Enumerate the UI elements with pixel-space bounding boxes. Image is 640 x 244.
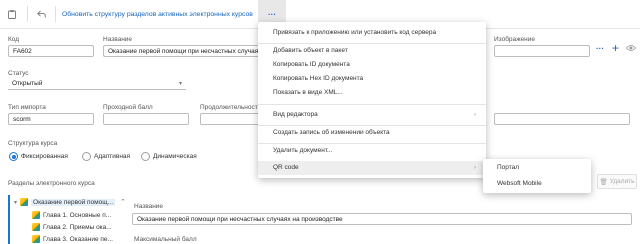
max-score-label: Максимальный балл bbox=[134, 236, 197, 243]
radio-label: Фиксированная bbox=[21, 153, 68, 160]
course-icon bbox=[20, 198, 29, 206]
section-name-label: Название bbox=[134, 203, 164, 210]
status-label: Статус bbox=[8, 70, 29, 77]
tree-root-label: Оказание первой помощ... bbox=[31, 198, 116, 206]
tree-child-item[interactable]: Глава 1. Основные п... bbox=[32, 211, 111, 219]
tree-child-item[interactable]: Глава 3. Оказание пе... bbox=[32, 235, 113, 243]
image-label: Изображение bbox=[494, 36, 535, 43]
menu-item-qr-code[interactable]: QR code › bbox=[258, 161, 486, 175]
submenu-item-websoft-mobile[interactable]: Websoft Mobile bbox=[483, 176, 591, 192]
menu-item-bind-app[interactable]: Привязать к приложению или установить ко… bbox=[258, 26, 486, 40]
name-label: Название bbox=[103, 36, 133, 43]
chapter-icon bbox=[32, 235, 40, 243]
chevron-down-icon: ▾ bbox=[178, 81, 182, 87]
delete-label: Удалить bbox=[609, 178, 635, 185]
menu-item-delete-document[interactable]: Удалить документ... bbox=[258, 144, 486, 158]
add-icon[interactable]: + bbox=[612, 42, 619, 54]
menu-item-create-change-record[interactable]: Создать запись об изменении объекта bbox=[258, 126, 486, 140]
menu-item-label: Вид редактора bbox=[273, 111, 318, 118]
image-more-icon[interactable]: ··· bbox=[596, 44, 604, 53]
clipboard-icon[interactable] bbox=[4, 0, 20, 28]
chevron-up-icon[interactable]: ⌃ bbox=[120, 198, 126, 206]
back-icon[interactable] bbox=[33, 0, 49, 28]
section-name-field[interactable]: Оказание первой помощи при несчастных сл… bbox=[132, 213, 632, 225]
update-structure-button[interactable]: Обновить структуру разделов активных эле… bbox=[62, 0, 253, 28]
structure-adaptive-radio[interactable]: Адаптивная bbox=[82, 152, 130, 161]
status-value: Открытый bbox=[12, 80, 43, 87]
tree-child-label: Глава 1. Основные п... bbox=[43, 211, 112, 219]
extra-field[interactable] bbox=[494, 113, 630, 125]
delete-section-button[interactable]: 🗑 Удалить bbox=[597, 174, 637, 189]
menu-item-copy-id[interactable]: Копировать ID документа bbox=[258, 58, 486, 72]
toolbar-divider bbox=[27, 6, 28, 22]
more-actions-menu: Привязать к приложению или установить ко… bbox=[258, 22, 486, 178]
chevron-right-icon: › bbox=[473, 164, 476, 171]
menu-item-add-to-package[interactable]: Добавить объект в пакет bbox=[258, 44, 486, 58]
chapter-icon bbox=[32, 223, 40, 231]
tree-child-label: Глава 3. Оказание пе... bbox=[43, 235, 113, 243]
structure-dynamic-radio[interactable]: Динамическая bbox=[141, 152, 197, 161]
menu-divider bbox=[258, 104, 486, 105]
duration-label: Продолжительность bbox=[200, 104, 262, 111]
chevron-right-icon: › bbox=[473, 111, 476, 118]
radio-label: Динамическая bbox=[153, 153, 197, 160]
submenu-item-portal[interactable]: Портал bbox=[483, 160, 591, 176]
structure-fixed-radio[interactable]: Фиксированная bbox=[9, 152, 68, 161]
import-type-label: Тип импорта bbox=[8, 104, 46, 111]
radio-unchecked-icon bbox=[82, 152, 91, 161]
pass-score-label: Проходной балл bbox=[103, 104, 153, 111]
structure-label: Структура курса bbox=[8, 140, 58, 147]
eye-icon[interactable] bbox=[625, 44, 637, 54]
duration-field[interactable] bbox=[200, 113, 264, 125]
pass-score-field[interactable] bbox=[103, 113, 189, 125]
status-select[interactable]: Открытый ▾ bbox=[8, 78, 186, 90]
menu-item-editor-view[interactable]: Вид редактора › bbox=[258, 108, 486, 122]
menu-item-copy-hex-id[interactable]: Копировать Hex ID документа bbox=[258, 72, 486, 86]
tree-child-item[interactable]: Глава 2. Приемы ока... bbox=[32, 223, 112, 231]
tree-child-label: Глава 2. Приемы ока... bbox=[43, 223, 112, 231]
sections-label: Разделы электронного курса bbox=[8, 180, 95, 187]
tree-root-item[interactable]: ▾ Оказание первой помощ... ⌃ bbox=[14, 198, 126, 206]
menu-item-label: QR code bbox=[273, 164, 299, 171]
radio-unchecked-icon bbox=[141, 152, 150, 161]
code-field[interactable]: FA602 bbox=[8, 45, 94, 57]
radio-checked-icon bbox=[9, 152, 18, 161]
import-type-field[interactable]: scorm bbox=[8, 113, 94, 125]
toolbar-divider bbox=[55, 6, 56, 22]
menu-item-show-xml[interactable]: Показать в виде XML... bbox=[258, 86, 486, 100]
tree-selection-bar bbox=[8, 195, 10, 244]
code-label: Код bbox=[8, 36, 20, 43]
trash-icon: 🗑 bbox=[599, 178, 608, 186]
qr-code-submenu: Портал Websoft Mobile bbox=[483, 159, 591, 193]
chevron-down-icon: ▾ bbox=[14, 199, 18, 206]
radio-label: Адаптивная bbox=[94, 153, 131, 160]
name-field[interactable]: Оказание первой помощи при несчастных сл… bbox=[103, 45, 263, 57]
chapter-icon bbox=[32, 211, 40, 219]
image-field[interactable] bbox=[494, 45, 590, 57]
